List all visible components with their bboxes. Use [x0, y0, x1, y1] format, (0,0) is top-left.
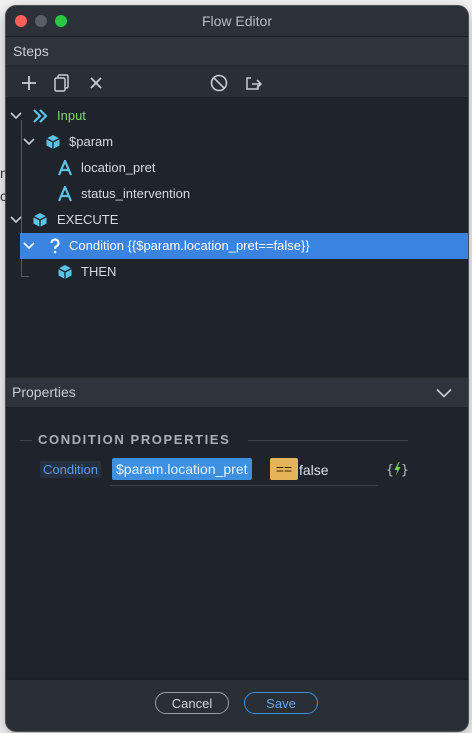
tree-item-label: location_pret	[81, 160, 156, 175]
tree-item-label: Condition {{$param.location_pret==false}…	[69, 238, 310, 253]
export-step-button[interactable]	[242, 72, 264, 94]
tree-item-condition[interactable]: Condition {{$param.location_pret==false}…	[20, 233, 468, 259]
tree-item-label: status_intervention	[81, 186, 191, 201]
properties-header-label: Properties	[12, 384, 76, 400]
tree-item-location-pret[interactable]: location_pret	[6, 155, 468, 181]
svg-text:{: {	[386, 463, 394, 478]
duplicate-step-button[interactable]	[51, 72, 73, 94]
window-title: Flow Editor	[201, 13, 273, 29]
cube-icon	[33, 213, 47, 227]
chevron-down-icon[interactable]	[10, 215, 22, 225]
svg-text:}: }	[401, 463, 408, 478]
tree-item-label: THEN	[81, 264, 117, 279]
delete-icon	[90, 77, 102, 89]
tree-item-status-intervention[interactable]: status_intervention	[6, 181, 468, 207]
tree-item-label: Input	[57, 108, 86, 123]
chevron-down-icon[interactable]	[23, 241, 35, 251]
steps-toolbar	[6, 67, 468, 98]
tree-item-input[interactable]: Input	[6, 103, 468, 129]
add-step-button[interactable]	[18, 72, 40, 94]
tree-item-param[interactable]: $param	[6, 129, 468, 155]
title-bar[interactable]: Flow Editor	[6, 6, 468, 37]
tree-item-execute[interactable]: EXECUTE	[6, 207, 468, 233]
chevron-down-icon[interactable]	[436, 388, 452, 398]
export-icon	[246, 77, 263, 90]
expression-value[interactable]: false	[299, 462, 329, 478]
expression-operator-chip[interactable]: ==	[270, 458, 298, 480]
input-chevrons-icon	[33, 109, 48, 123]
delete-step-button[interactable]	[85, 72, 107, 94]
condition-properties-title: CONDITION PROPERTIES	[38, 432, 231, 447]
condition-field-label: Condition	[40, 461, 101, 478]
section-divider	[248, 440, 408, 441]
duplicate-icon	[54, 74, 69, 92]
disable-step-button[interactable]	[208, 72, 230, 94]
text-type-icon	[57, 160, 73, 176]
properties-header[interactable]: Properties	[6, 378, 468, 407]
add-icon	[22, 76, 36, 90]
steps-tree: Input $param location_pret status_interv…	[6, 98, 468, 377]
tree-item-then[interactable]: THEN	[6, 259, 468, 285]
cancel-button[interactable]: Cancel	[155, 692, 229, 714]
tree-item-label: $param	[69, 134, 114, 149]
properties-panel	[6, 407, 468, 679]
cube-icon	[46, 135, 60, 149]
tree-item-label: EXECUTE	[57, 212, 119, 227]
steps-header: Steps	[6, 37, 468, 65]
dialog-footer	[6, 679, 468, 731]
disable-icon	[210, 74, 228, 92]
chevron-down-icon[interactable]	[10, 111, 22, 121]
save-button[interactable]: Save	[244, 692, 318, 714]
section-divider	[20, 440, 32, 441]
dynamic-value-icon[interactable]: { }	[386, 460, 408, 478]
chevron-down-icon[interactable]	[23, 137, 35, 147]
expression-param-chip[interactable]: $param.location_pret	[112, 458, 252, 480]
cube-icon	[58, 265, 72, 279]
flow-editor-window: Flow Editor Steps Input $param location_…	[6, 6, 468, 731]
text-type-icon	[57, 186, 73, 202]
question-icon	[50, 238, 60, 254]
